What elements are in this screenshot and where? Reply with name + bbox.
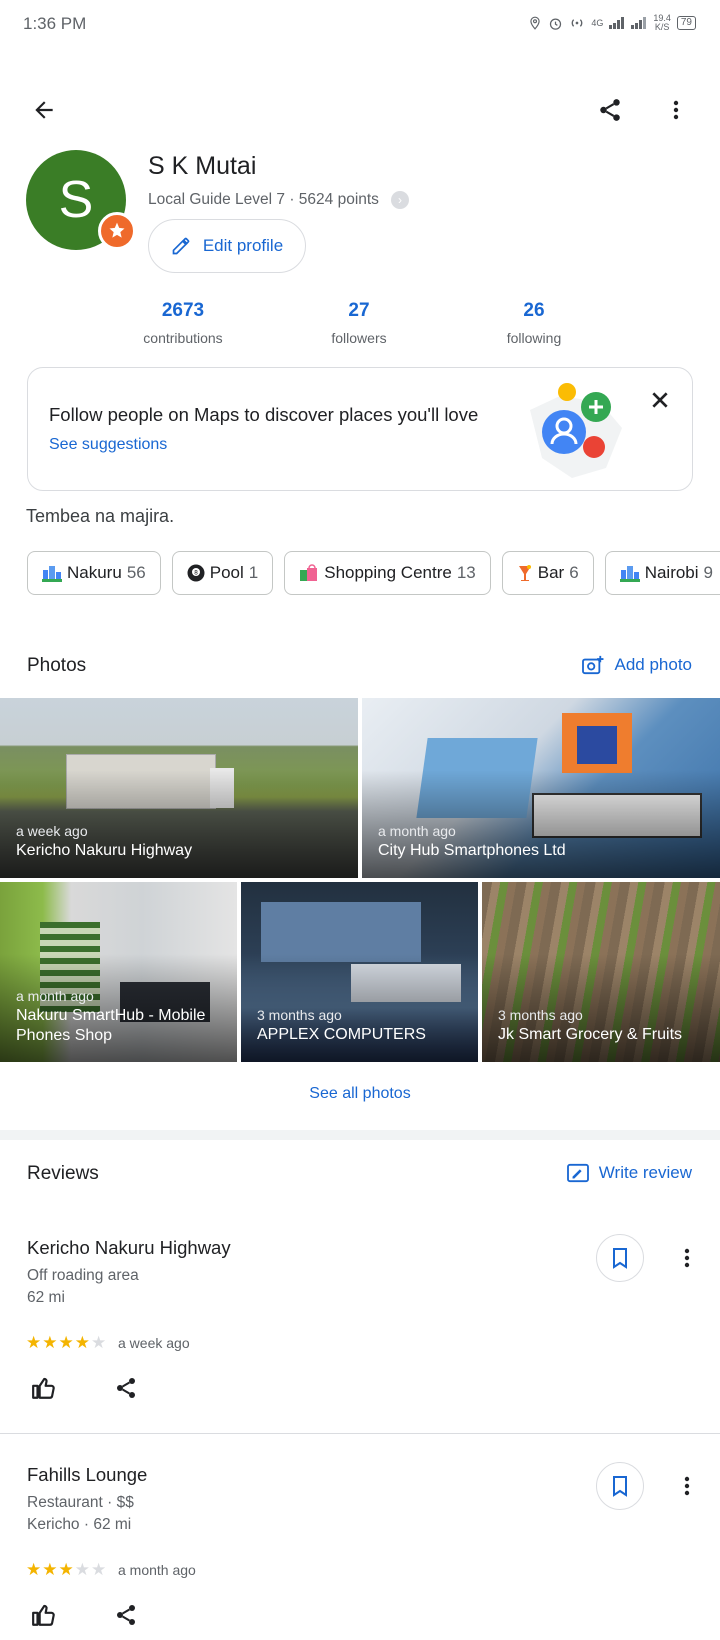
close-card-button[interactable] bbox=[644, 384, 676, 416]
alarm-icon bbox=[550, 18, 562, 30]
billiard-ball-icon: 8 bbox=[187, 564, 205, 582]
write-review-icon bbox=[566, 1163, 589, 1183]
share-review-button[interactable] bbox=[102, 1364, 150, 1412]
share-button[interactable] bbox=[586, 86, 634, 134]
star-filled-icon: ★ bbox=[26, 1333, 42, 1352]
chip-nakuru[interactable]: Nakuru 56 bbox=[27, 551, 161, 595]
section-divider bbox=[0, 1130, 720, 1140]
share-icon bbox=[600, 99, 620, 121]
close-icon bbox=[652, 392, 668, 408]
chevron-right-icon: › bbox=[390, 191, 409, 209]
status-icons: 4G 19.4 K/S 79 bbox=[528, 14, 696, 32]
star-filled-icon: ★ bbox=[26, 1560, 42, 1579]
network-type: 4G bbox=[591, 18, 604, 28]
followers-stat[interactable]: 27 followers bbox=[279, 300, 439, 346]
review-category: Off roading area bbox=[27, 1267, 139, 1284]
local-guide-level[interactable]: Local Guide Level 7 · 5624 points › bbox=[148, 191, 409, 209]
save-place-button[interactable] bbox=[596, 1462, 644, 1510]
add-photo-icon bbox=[582, 655, 604, 675]
share-icon bbox=[117, 1605, 135, 1625]
review-item[interactable]: Fahills Lounge Restaurant · $$ Kericho ·… bbox=[27, 1464, 147, 1534]
back-button[interactable] bbox=[20, 86, 68, 134]
like-button[interactable] bbox=[20, 1364, 68, 1412]
svg-text:8: 8 bbox=[194, 570, 198, 577]
photo-item[interactable]: a month ago City Hub Smartphones Ltd bbox=[362, 698, 720, 878]
follow-card-text: Follow people on Maps to discover places… bbox=[49, 404, 479, 425]
pencil-icon bbox=[172, 237, 190, 255]
photo-item[interactable]: 3 months ago Jk Smart Grocery & Fruits bbox=[482, 882, 720, 1062]
see-all-photos-link[interactable]: See all photos bbox=[0, 1085, 720, 1103]
review-time: a month ago bbox=[118, 1562, 196, 1578]
status-time: 1:36 PM bbox=[23, 14, 87, 33]
thumbs-up-icon bbox=[32, 1604, 55, 1626]
more-vert-icon bbox=[673, 100, 679, 120]
cocktail-icon bbox=[517, 564, 533, 582]
review-location: Kericho · 62 mi bbox=[27, 1516, 132, 1533]
thumbs-up-icon bbox=[32, 1377, 55, 1399]
people-illustration-icon bbox=[522, 380, 632, 480]
signal-icon-2 bbox=[631, 17, 647, 29]
category-chips: Nakuru 56 8 Pool 1 Shopping Centre 13 Ba… bbox=[27, 551, 720, 595]
share-icon bbox=[117, 1378, 135, 1398]
profile-bio: Tembea na majira. bbox=[26, 506, 175, 526]
local-guide-badge-icon bbox=[98, 212, 136, 250]
chip-nairobi[interactable]: Nairobi 9 bbox=[604, 551, 720, 595]
add-photo-button[interactable]: Add photo bbox=[582, 655, 692, 675]
edit-profile-button[interactable]: Edit profile bbox=[148, 219, 306, 273]
star-empty-icon: ★ bbox=[91, 1560, 107, 1579]
star-filled-icon: ★ bbox=[42, 1333, 58, 1352]
chip-bar[interactable]: Bar 6 bbox=[501, 551, 594, 595]
photos-title: Photos bbox=[27, 655, 87, 676]
following-stat[interactable]: 26 following bbox=[454, 300, 614, 346]
review-category: Restaurant · $$ bbox=[27, 1494, 134, 1511]
photo-item[interactable]: a week ago Kericho Nakuru Highway bbox=[0, 698, 358, 878]
chip-pool[interactable]: 8 Pool 1 bbox=[171, 551, 274, 595]
write-review-button[interactable]: Write review bbox=[566, 1163, 692, 1183]
see-suggestions-link[interactable]: See suggestions bbox=[49, 436, 167, 454]
share-review-button[interactable] bbox=[102, 1592, 150, 1638]
profile-name: S K Mutai bbox=[148, 152, 257, 180]
contributions-stat[interactable]: 2673 contributions bbox=[103, 300, 263, 346]
star-rating: ★ ★ ★ ★ ★ bbox=[26, 1334, 106, 1351]
review-place: Fahills Lounge bbox=[27, 1464, 148, 1485]
city-icon bbox=[42, 564, 62, 582]
review-time: a week ago bbox=[118, 1335, 190, 1351]
like-button[interactable] bbox=[20, 1592, 68, 1638]
bookmark-icon bbox=[613, 1476, 627, 1497]
star-filled-icon: ★ bbox=[58, 1560, 74, 1579]
photo-item[interactable]: 3 months ago APPLEX COMPUTERS bbox=[241, 882, 478, 1062]
more-options-button[interactable] bbox=[652, 86, 700, 134]
net-speed: 19.4 K/S bbox=[653, 13, 671, 32]
bookmark-icon bbox=[613, 1248, 627, 1269]
back-arrow-icon bbox=[35, 101, 53, 119]
city-icon bbox=[619, 564, 640, 582]
review-more-button[interactable] bbox=[663, 1234, 711, 1282]
more-vert-icon bbox=[684, 1248, 690, 1268]
shopping-bags-icon bbox=[299, 564, 319, 582]
photo-item[interactable]: a month ago Nakuru SmartHub - Mobile Pho… bbox=[0, 882, 237, 1062]
star-rating: ★ ★ ★ ★ ★ bbox=[26, 1561, 106, 1578]
review-distance: 62 mi bbox=[27, 1289, 65, 1306]
star-empty-icon: ★ bbox=[91, 1333, 107, 1352]
star-empty-icon: ★ bbox=[74, 1560, 90, 1579]
hotspot-icon bbox=[571, 19, 583, 27]
reviews-title: Reviews bbox=[27, 1163, 99, 1184]
review-divider bbox=[0, 1433, 720, 1434]
review-place: Kericho Nakuru Highway bbox=[27, 1237, 231, 1258]
star-filled-icon: ★ bbox=[42, 1560, 58, 1579]
review-more-button[interactable] bbox=[663, 1462, 711, 1510]
more-vert-icon bbox=[684, 1476, 690, 1496]
signal-icon bbox=[609, 17, 625, 29]
star-filled-icon: ★ bbox=[74, 1333, 90, 1352]
location-icon bbox=[530, 16, 540, 30]
chip-shopping-centre[interactable]: Shopping Centre 13 bbox=[284, 551, 491, 595]
review-item[interactable]: Kericho Nakuru Highway Off roading area … bbox=[27, 1237, 231, 1307]
star-filled-icon: ★ bbox=[58, 1333, 74, 1352]
battery-icon: 79 bbox=[676, 16, 696, 30]
save-place-button[interactable] bbox=[596, 1234, 644, 1282]
